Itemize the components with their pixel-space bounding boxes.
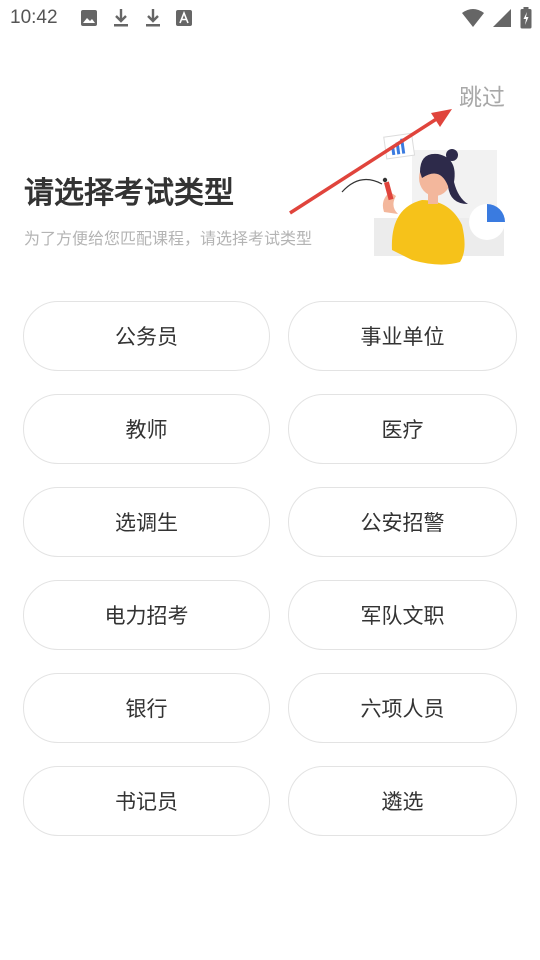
exam-type-grid: 公务员 事业单位 教师 医疗 选调生 公安招警 电力招考 军队文职 银行 六项人… (0, 0, 540, 960)
exam-type-option[interactable]: 事业单位 (288, 301, 517, 371)
exam-type-option[interactable]: 银行 (23, 673, 270, 743)
exam-type-option[interactable]: 电力招考 (23, 580, 270, 650)
exam-type-option[interactable]: 六项人员 (288, 673, 517, 743)
exam-type-option[interactable]: 选调生 (23, 487, 270, 557)
exam-type-option[interactable]: 教师 (23, 394, 270, 464)
exam-type-option[interactable]: 书记员 (23, 766, 270, 836)
exam-type-option[interactable]: 公安招警 (288, 487, 517, 557)
exam-type-option[interactable]: 遴选 (288, 766, 517, 836)
exam-type-option[interactable]: 公务员 (23, 301, 270, 371)
exam-type-option[interactable]: 医疗 (288, 394, 517, 464)
exam-type-option[interactable]: 军队文职 (288, 580, 517, 650)
